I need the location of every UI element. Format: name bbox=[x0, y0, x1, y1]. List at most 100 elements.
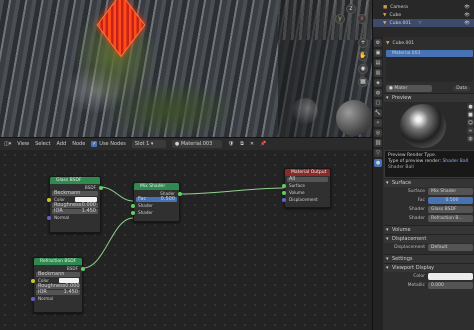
gizmo-z-icon[interactable]: z bbox=[346, 4, 356, 14]
mix-output-label: Shader bbox=[160, 191, 175, 196]
preview-ball-icon[interactable]: ◍ bbox=[467, 135, 474, 142]
outliner-item-cube[interactable]: ▼ Cube 👁 bbox=[373, 11, 474, 19]
mix-shader-node[interactable]: Mix Shader Shader Fac 0.500 Shader Shader bbox=[131, 182, 182, 222]
link-glass-to-mix bbox=[99, 186, 134, 202]
outliner-item-cube001[interactable]: ▼ Cube.001 ▽ 👁 bbox=[373, 19, 474, 27]
pin-icon[interactable]: 📌 bbox=[260, 141, 266, 147]
displacement-panel-header[interactable]: Displacement bbox=[384, 234, 474, 244]
preview-sphere-icon[interactable]: ● bbox=[467, 103, 474, 110]
mix-shader1-label: Shader bbox=[138, 203, 153, 208]
eye-icon[interactable]: 👁 bbox=[464, 5, 470, 10]
mix-shader2-label: Shader bbox=[138, 210, 153, 215]
volume-panel-header[interactable]: Volume bbox=[384, 225, 474, 235]
shader2-dropdown[interactable]: Refraction B... bbox=[428, 215, 473, 222]
fac-row: Fac 0.500 bbox=[384, 196, 474, 205]
outliner-item-camera[interactable]: ■ Camera 👁 bbox=[373, 3, 474, 11]
menu-node[interactable]: Node bbox=[72, 141, 85, 147]
output-socket[interactable] bbox=[81, 266, 85, 271]
fac-label: Fac bbox=[417, 198, 425, 203]
glass-node-title: Glass BSDF bbox=[50, 177, 100, 184]
preview-panel-header[interactable]: Preview bbox=[384, 93, 474, 103]
viewport-display-panel-header[interactable]: Viewport Display bbox=[384, 263, 474, 273]
input-socket[interactable] bbox=[131, 210, 135, 215]
output-tab-icon[interactable]: ▤ bbox=[374, 59, 382, 67]
eye-icon[interactable]: 👁 bbox=[464, 13, 470, 18]
world-tab-icon[interactable]: ◍ bbox=[374, 89, 382, 97]
mesh-icon: ▼ bbox=[383, 20, 387, 26]
shader1-row: Shader Glass BSDF bbox=[384, 205, 474, 214]
refraction-color-swatch[interactable] bbox=[59, 278, 79, 283]
input-socket[interactable] bbox=[282, 197, 286, 202]
input-socket[interactable] bbox=[31, 296, 35, 301]
copy-icon[interactable]: ⧉ bbox=[240, 141, 244, 147]
metallic-slider[interactable]: 0.000 bbox=[428, 282, 473, 289]
menu-select[interactable]: Select bbox=[35, 141, 50, 147]
input-socket[interactable] bbox=[282, 190, 286, 195]
physics-tab-icon[interactable]: ◎ bbox=[374, 129, 382, 137]
preview-area: ● ■ ☺ ≈ ◍ bbox=[384, 102, 474, 150]
refraction-bsdf-node[interactable]: Refraction BSDF BSDF Beckmann Color Roug… bbox=[31, 257, 85, 313]
outliner: ■ Camera 👁 ▼ Cube 👁 ▼ Cube.001 ▽ 👁 bbox=[372, 0, 474, 37]
shield-icon[interactable]: 🛡 bbox=[228, 141, 234, 147]
glass-color-row: Color bbox=[47, 196, 100, 203]
zoom-icon[interactable]: + bbox=[358, 38, 368, 48]
material-slot[interactable]: Material.003 bbox=[386, 50, 473, 57]
mesh-icon: ▼ bbox=[383, 12, 387, 18]
eye-icon[interactable]: 👁 bbox=[464, 21, 470, 26]
input-socket[interactable] bbox=[282, 183, 286, 188]
editor-type-icon[interactable]: ◫▾ bbox=[4, 141, 11, 147]
surface-panel-header[interactable]: Surface bbox=[384, 178, 474, 188]
material-selector[interactable]: ● Material.003 bbox=[171, 140, 222, 148]
displacement-header-label: Displacement bbox=[392, 236, 427, 242]
particles-tab-icon[interactable]: ✧ bbox=[374, 119, 382, 127]
preview-hair-icon[interactable]: ≈ bbox=[467, 127, 474, 134]
menu-view[interactable]: View bbox=[17, 141, 29, 147]
render-tab-icon[interactable]: ▣ bbox=[374, 49, 382, 57]
input-socket[interactable] bbox=[47, 215, 51, 220]
input-socket[interactable] bbox=[47, 197, 51, 202]
gizmo-x-icon[interactable]: x bbox=[357, 14, 367, 24]
input-socket[interactable] bbox=[131, 203, 135, 208]
surface-value: Mix Shader bbox=[431, 189, 457, 194]
mix-shader1-row: Shader bbox=[131, 202, 179, 209]
gizmo-y-icon[interactable]: y bbox=[335, 14, 345, 24]
surface-dropdown[interactable]: Mix Shader bbox=[428, 188, 473, 195]
3d-viewport[interactable]: z x y + ✋ ◉ ▦ bbox=[0, 0, 372, 137]
settings-panel-header[interactable]: Settings bbox=[384, 254, 474, 264]
tooltip-prefix: Type of preview render: bbox=[388, 159, 441, 164]
input-socket[interactable] bbox=[31, 278, 35, 283]
color-swatch[interactable] bbox=[428, 273, 473, 280]
cube-object[interactable] bbox=[96, 0, 146, 58]
output-socket[interactable] bbox=[178, 191, 182, 196]
scene-tab-icon[interactable]: ◈ bbox=[374, 79, 382, 87]
material-field[interactable]: ● Mater bbox=[386, 85, 432, 92]
glass-color-swatch[interactable] bbox=[75, 197, 97, 202]
modifier-tab-icon[interactable]: 🔧 bbox=[374, 109, 382, 117]
preview-monkey-icon[interactable]: ☺ bbox=[467, 119, 474, 126]
grid-icon[interactable]: ▦ bbox=[358, 77, 368, 87]
glass-bsdf-node[interactable]: Glass BSDF BSDF Beckmann Color Roughness… bbox=[47, 176, 103, 233]
glass-output-label: BSDF bbox=[84, 185, 96, 190]
data-tab-icon[interactable]: ▽ bbox=[374, 149, 382, 157]
view-layer-tab-icon[interactable]: ▥ bbox=[374, 69, 382, 77]
hand-icon[interactable]: ✋ bbox=[358, 51, 368, 61]
menu-add[interactable]: Add bbox=[57, 141, 67, 147]
displacement-row: Displacement Default bbox=[384, 243, 474, 252]
material-output-node[interactable]: Material Output All Surface Volume Displ… bbox=[282, 168, 331, 208]
constraints-tab-icon[interactable]: ⛓ bbox=[374, 139, 382, 147]
object-tab-icon[interactable]: ▢ bbox=[374, 99, 382, 107]
data-link-dropdown[interactable]: Data bbox=[453, 86, 470, 91]
fac-slider[interactable]: 0.500 bbox=[428, 197, 473, 204]
displacement-dropdown[interactable]: Default bbox=[428, 244, 473, 251]
material-slot-list[interactable]: Material.003 bbox=[386, 50, 473, 82]
shader1-dropdown[interactable]: Glass BSDF bbox=[428, 206, 473, 213]
slot-dropdown[interactable]: Slot 1 ▾ bbox=[131, 140, 166, 148]
tool-tab-icon[interactable]: ⚙ bbox=[374, 39, 382, 47]
camera-view-icon[interactable]: ◉ bbox=[358, 64, 368, 74]
use-nodes-checkbox[interactable]: ✓ bbox=[91, 141, 98, 147]
material-tab-icon[interactable]: ● bbox=[374, 159, 382, 167]
close-icon[interactable]: ✕ bbox=[250, 141, 254, 147]
preview-cube-icon[interactable]: ■ bbox=[467, 111, 474, 118]
output-socket[interactable] bbox=[99, 185, 103, 190]
node-editor-header: ◫▾ View Select Add Node ✓ Use Nodes Slot… bbox=[0, 137, 372, 150]
